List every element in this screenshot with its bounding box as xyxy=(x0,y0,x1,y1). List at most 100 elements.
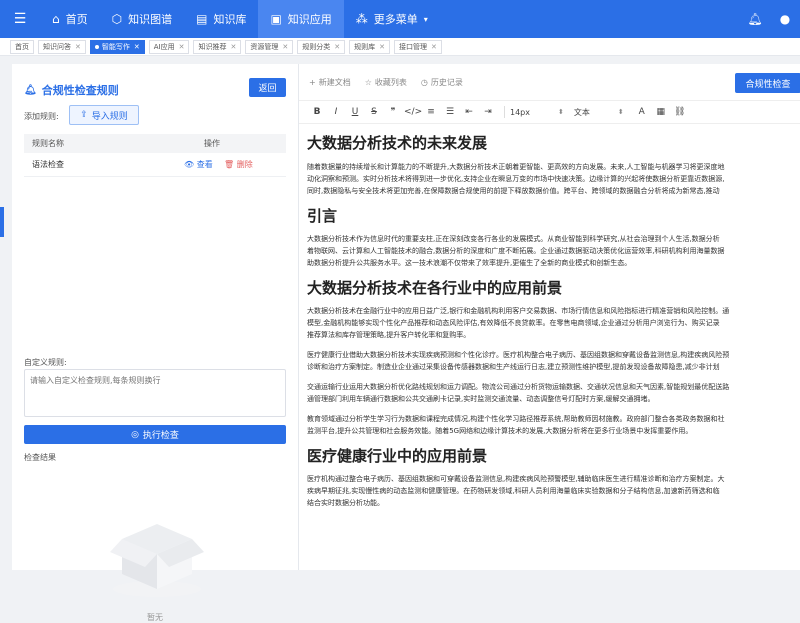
doc-paragraph: 大数据分析技术在金融行业中的应用日益广泛,银行和金融机构利用客户交易数据、市场行… xyxy=(307,307,730,339)
view-label: 查看 xyxy=(196,160,213,169)
bell-icon[interactable]: 🔔︎ xyxy=(740,12,770,26)
doc-paragraph: 大数据分析技术作为信息时代的重要支柱,正在深刻改变各行各业的发展模式。从商业智能… xyxy=(307,235,725,267)
compliance-check-button[interactable]: 合规性检查 xyxy=(735,73,800,93)
table-row: 语法检查 👁︎ 查看 🗑︎ 删除 xyxy=(24,153,286,177)
user-icon[interactable]: ● xyxy=(770,12,800,26)
history-button[interactable]: ◷ 历史记录 xyxy=(421,77,463,88)
execute-check-label: 执行检查 xyxy=(142,430,179,440)
close-icon[interactable]: ✕ xyxy=(134,43,140,51)
doc-title: 大数据分析技术的未来发展 xyxy=(307,134,488,152)
tab-ai-app[interactable]: AI应用 ✕ xyxy=(148,39,190,54)
view-button[interactable]: 👁︎ 查看 xyxy=(184,159,224,170)
section-heading: 医疗健康行业中的应用前景 xyxy=(307,447,488,465)
indent-left-icon[interactable]: ⇤ xyxy=(461,107,477,117)
tab-label: 资源管理 xyxy=(250,42,279,51)
plus-icon: + xyxy=(309,77,316,87)
quote-icon[interactable]: ❞ xyxy=(385,107,401,117)
doc-paragraph: 随着数据量的持续增长和计算能力的不断提升,大数据分析技术正朝着更智能、更高效的方… xyxy=(307,163,725,195)
close-icon[interactable]: ✕ xyxy=(431,43,437,51)
tab-label: 智能写作 xyxy=(101,42,130,51)
editor-panel: + 新建文档 ☆ 收藏列表 ◷ 历史记录 合规性检查 B I U S ❞ </> ≡ … xyxy=(298,64,800,570)
close-icon[interactable]: ✕ xyxy=(230,43,236,51)
eye-icon: 👁︎ xyxy=(184,160,195,169)
tab-label: 规则分类 xyxy=(302,42,331,51)
history-label: 历史记录 xyxy=(430,77,463,87)
document-content[interactable]: 大数据分析技术的未来发展 随着数据量的持续增长和计算能力的不断提升,大数据分析技… xyxy=(307,128,800,568)
tab-resource-manage[interactable]: 资源管理 ✕ xyxy=(245,39,294,54)
tab-rule-category[interactable]: 规则分类 ✕ xyxy=(297,39,346,54)
underline-icon[interactable]: U xyxy=(347,107,363,117)
highlight-icon[interactable]: ▦ xyxy=(653,107,669,117)
ordered-list-icon[interactable]: ≡ xyxy=(423,107,439,117)
tab-api-manage[interactable]: 接口管理 ✕ xyxy=(393,39,442,54)
tab-label: AI应用 xyxy=(153,42,175,51)
close-icon[interactable]: ✕ xyxy=(379,43,385,51)
tab-home[interactable]: 首页 xyxy=(10,39,34,54)
favorites-button[interactable]: ☆ 收藏列表 xyxy=(365,77,407,88)
tab-knowledge-recommend[interactable]: 知识推荐 ✕ xyxy=(193,39,242,54)
tab-label: 接口管理 xyxy=(398,42,427,51)
close-icon[interactable]: ✕ xyxy=(179,43,185,51)
menu-toggle-icon[interactable]: ☰ xyxy=(0,0,40,38)
nav-item-home[interactable]: ⌂ 首页 xyxy=(40,0,100,38)
nav-item-label: 首页 xyxy=(65,13,88,26)
bold-icon[interactable]: B xyxy=(309,107,325,117)
close-icon[interactable]: ✕ xyxy=(75,43,81,51)
doc-paragraph: 医疗健康行业借助大数据分析技术实现疾病预测和个性化诊疗。医疗机构整合电子病历、基… xyxy=(307,351,730,371)
back-button[interactable]: 返回 xyxy=(249,78,286,97)
close-icon[interactable]: ✕ xyxy=(334,43,340,51)
top-nav: ⌂ 首页 ⬡ 知识图谱 ▤ 知识库 ▣ 知识应用 ⁂ 更多菜单 ▾ xyxy=(40,0,440,38)
bell-icon: 🔔︎ xyxy=(24,84,37,96)
add-rule-label: 添加规则: xyxy=(24,112,59,121)
nav-item-more-menu[interactable]: ⁂ 更多菜单 ▾ xyxy=(344,0,440,38)
custom-rule-label: 自定义规则: xyxy=(24,358,67,367)
panel-title: 🔔︎ 合规性检查规则 xyxy=(24,82,119,98)
chevron-updown-icon: ⬍ xyxy=(617,108,624,116)
execute-check-button[interactable]: ◎ 执行检查 xyxy=(24,425,286,444)
new-doc-label: 新建文档 xyxy=(318,77,351,87)
sidebar-accent xyxy=(0,207,4,237)
font-size-select[interactable]: 14px ⬍ xyxy=(510,108,564,117)
import-rule-label: 导入规则 xyxy=(91,111,128,122)
star-icon: ☆ xyxy=(364,77,372,87)
nav-item-knowledge-graph[interactable]: ⬡ 知识图谱 xyxy=(100,0,184,38)
strikethrough-icon[interactable]: S xyxy=(366,107,382,117)
bullet-list-icon[interactable]: ☰ xyxy=(442,107,458,117)
nav-item-knowledge-base[interactable]: ▤ 知识库 xyxy=(184,0,258,38)
import-rule-button[interactable]: ⇪ 导入规则 xyxy=(69,105,139,125)
italic-icon[interactable]: I xyxy=(328,107,344,117)
tab-rule-library[interactable]: 规则库 ✕ xyxy=(349,39,390,54)
tab-label: 知识问答 xyxy=(43,42,71,51)
link-icon[interactable]: ⛓︎ xyxy=(672,107,688,117)
nav-item-label: 知识库 xyxy=(213,13,247,26)
doc-paragraph: 交通运输行业运用大数据分析优化路线规划和运力调配。物流公司通过分析货物运输数据、… xyxy=(307,383,730,403)
tab-label: 规则库 xyxy=(354,42,376,51)
custom-rule-input[interactable] xyxy=(24,369,286,417)
panel-title-text: 合规性检查规则 xyxy=(41,84,119,97)
tab-label: 知识推荐 xyxy=(198,42,227,51)
nav-item-label: 知识应用 xyxy=(287,13,332,26)
chevron-updown-icon: ⬍ xyxy=(558,108,564,116)
font-style-select[interactable]: 文本 ⬍ xyxy=(574,107,624,118)
tab-smart-writing[interactable]: 智能写作 ✕ xyxy=(89,39,145,54)
trash-icon: 🗑︎ xyxy=(224,160,235,169)
rule-name: 语法检查 xyxy=(32,160,64,169)
grid-icon: ⁂ xyxy=(355,12,368,26)
text-color-icon[interactable]: A xyxy=(634,107,650,117)
empty-text: 暂无 xyxy=(147,613,163,622)
table-header: 规则名称 操作 xyxy=(24,134,286,153)
tab-label: 首页 xyxy=(15,42,29,51)
nav-item-label: 更多菜单 xyxy=(373,13,418,26)
empty-box-icon xyxy=(110,524,204,597)
upload-icon: ⇪ xyxy=(80,110,88,120)
delete-button[interactable]: 🗑︎ 删除 xyxy=(224,159,253,170)
close-icon[interactable]: ✕ xyxy=(282,43,288,51)
tab-knowledge-qa[interactable]: 知识问答 ✕ xyxy=(38,39,86,54)
doc-paragraph: 教育领域通过分析学生学习行为数据和课程完成情况,构建个性化学习路径推荐系统,帮助… xyxy=(307,415,725,435)
new-doc-button[interactable]: + 新建文档 xyxy=(309,77,351,88)
nav-item-knowledge-app[interactable]: ▣ 知识应用 xyxy=(258,0,344,38)
rule-table: 规则名称 操作 语法检查 👁︎ 查看 🗑︎ 删除 xyxy=(24,134,286,177)
indent-right-icon[interactable]: ⇥ xyxy=(480,107,496,117)
code-icon[interactable]: </> xyxy=(404,107,422,117)
library-icon: ▤ xyxy=(196,12,208,26)
